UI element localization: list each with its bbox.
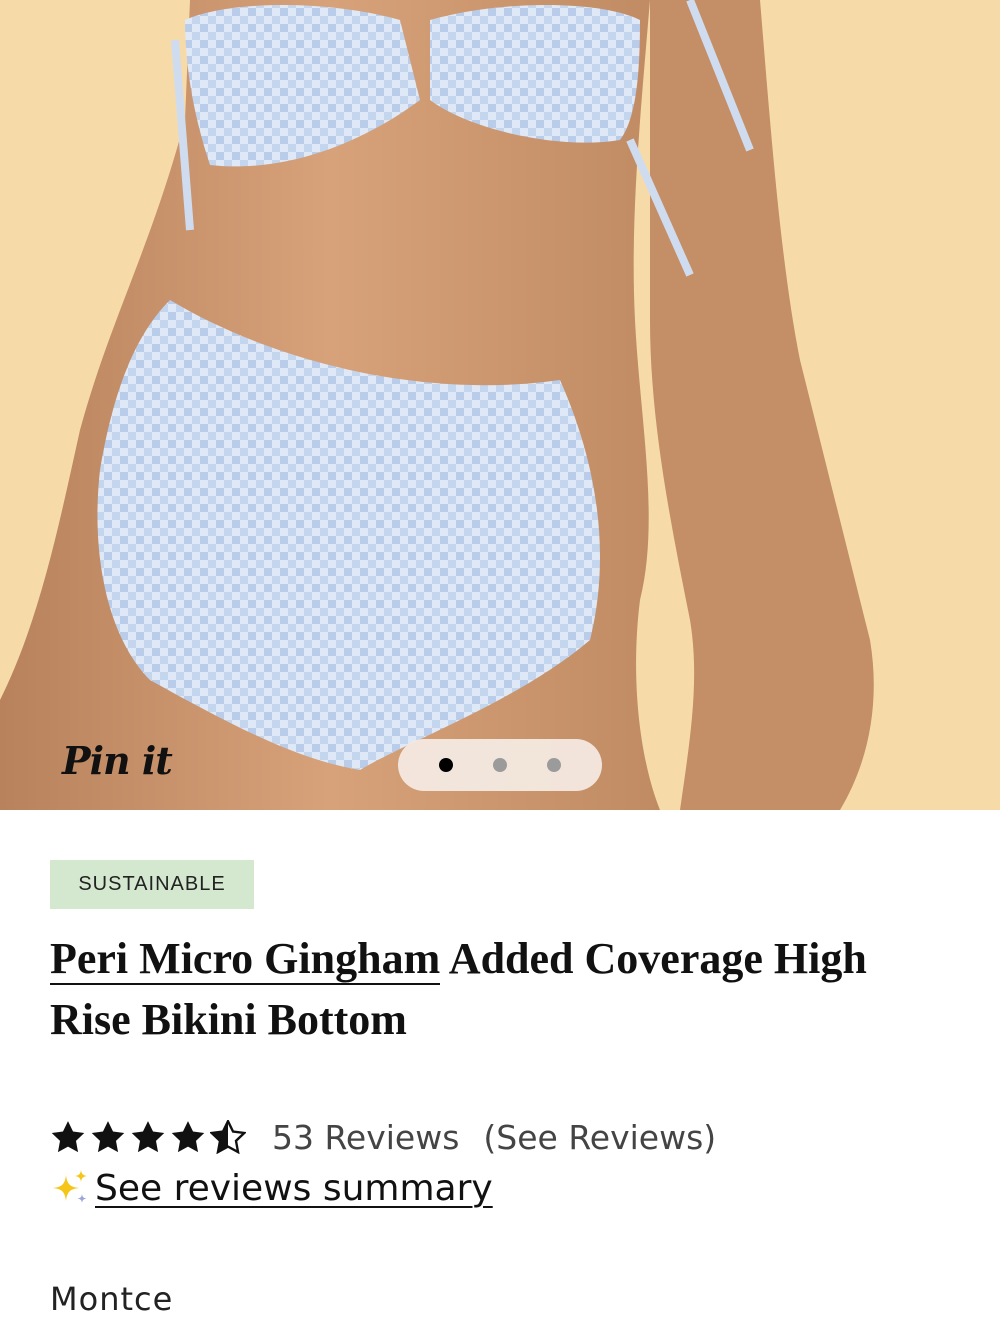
reviews-summary-link[interactable]: See reviews summary (95, 1168, 493, 1209)
carousel-dot-2[interactable] (493, 758, 507, 772)
pin-it-button[interactable]: Pin it (62, 738, 173, 783)
carousel-dot-1[interactable] (439, 758, 453, 772)
star-icon (91, 1121, 125, 1153)
reviews-summary-row: See reviews summary (50, 1163, 493, 1213)
carousel-dot-3[interactable] (547, 758, 561, 772)
star-icon (171, 1121, 205, 1153)
star-rating[interactable] (50, 1120, 246, 1154)
product-image[interactable]: Pin it (0, 0, 1000, 810)
see-reviews-link[interactable]: (See Reviews) (483, 1118, 716, 1157)
brand-name[interactable]: Montce (50, 1280, 173, 1318)
product-photo (0, 0, 1000, 810)
half-star-icon (210, 1120, 246, 1154)
star-icon (51, 1121, 85, 1153)
product-title: Peri Micro Gingham Added Coverage High R… (50, 928, 950, 1050)
sustainable-badge: SUSTAINABLE (50, 860, 254, 909)
star-icon (131, 1121, 165, 1153)
rating-row: 53 Reviews (See Reviews) (50, 1112, 716, 1162)
sparkle-icon (53, 1170, 87, 1203)
reviews-count[interactable]: 53 Reviews (272, 1118, 459, 1157)
product-collection-link[interactable]: Peri Micro Gingham (50, 934, 441, 985)
carousel-dots[interactable] (398, 739, 602, 791)
